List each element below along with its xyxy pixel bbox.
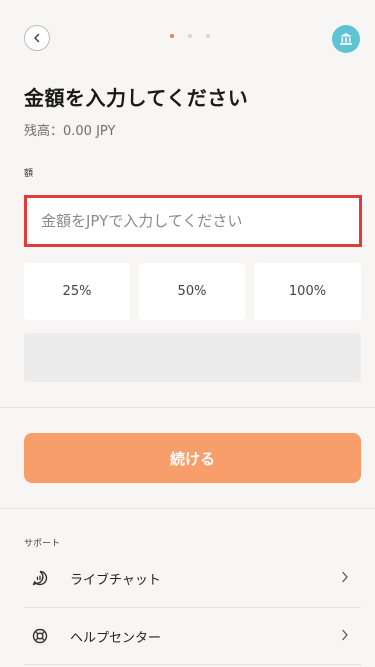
divider <box>24 664 361 665</box>
support-item-help-center[interactable]: ヘルプセンター <box>24 607 361 665</box>
support-section-label: サポート <box>24 539 61 549</box>
page-title: 金額を入力してください <box>24 86 249 110</box>
divider <box>0 407 375 408</box>
chevron-left-icon <box>34 33 40 43</box>
chat-icon <box>30 568 50 588</box>
bank-icon <box>340 33 352 45</box>
step-dot <box>188 34 192 38</box>
support-item-live-chat[interactable]: ライブチャット <box>24 549 361 607</box>
back-button[interactable] <box>24 25 50 51</box>
balance-text: 残高：0.00 JPY <box>24 124 116 139</box>
percent-25-button[interactable]: 25% <box>24 263 130 320</box>
lifebuoy-icon <box>30 626 50 646</box>
bank-button[interactable] <box>332 25 360 53</box>
chevron-right-icon <box>342 571 348 583</box>
amount-label: 額 <box>24 169 34 179</box>
divider <box>0 508 375 509</box>
info-box <box>24 333 361 382</box>
percent-50-button[interactable]: 50% <box>139 263 245 320</box>
step-indicator <box>170 34 210 38</box>
step-dot <box>206 34 210 38</box>
amount-input[interactable] <box>24 195 362 247</box>
percent-options: 25% 50% 100% <box>24 263 361 320</box>
top-bar <box>0 0 375 78</box>
step-dot-active <box>170 34 174 38</box>
support-item-label: ヘルプセンター <box>70 630 162 646</box>
chevron-right-icon <box>342 629 348 641</box>
continue-button[interactable]: 続ける <box>24 433 361 483</box>
support-item-label: ライブチャット <box>70 572 161 588</box>
percent-100-button[interactable]: 100% <box>254 263 361 320</box>
